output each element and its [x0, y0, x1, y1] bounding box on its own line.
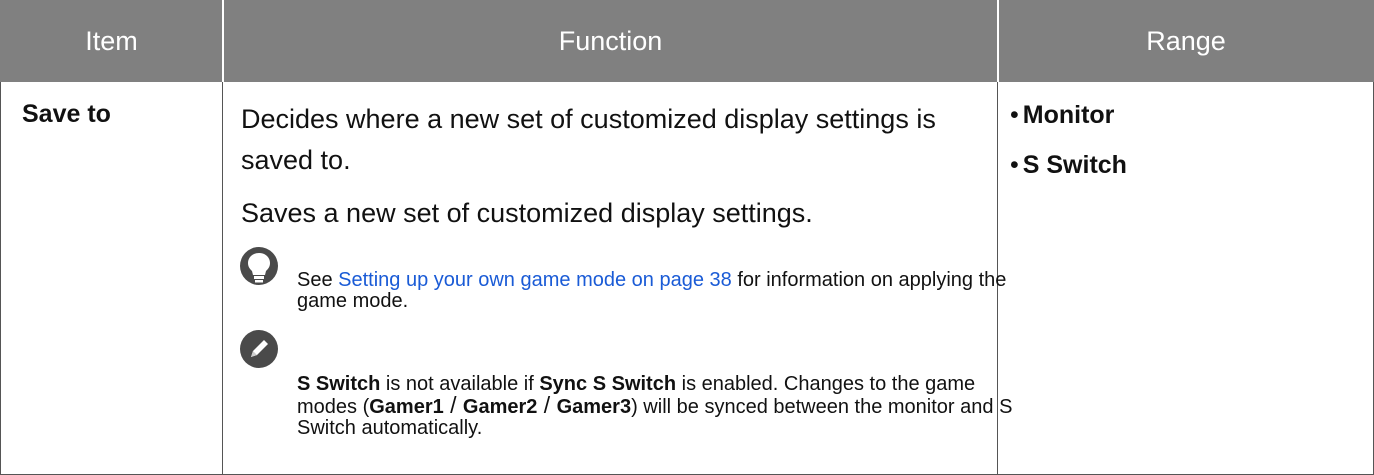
page-link[interactable]: Setting up your own game mode on page 38 — [338, 269, 732, 291]
item-cell: Save to — [22, 100, 111, 128]
header-item: Item — [85, 25, 138, 56]
pencil-icon — [240, 330, 278, 368]
header-divider — [222, 0, 224, 82]
range-item-s-switch: • S Switch — [1010, 151, 1127, 179]
function-action: Saves a new set of customized display se… — [241, 198, 813, 228]
note-text: S Switch is not available if Sync S Swit… — [297, 373, 1013, 439]
range-item-monitor: • Monitor — [1010, 101, 1115, 129]
table-border-left — [0, 82, 1, 474]
column-divider — [222, 82, 223, 474]
header-function: Function — [558, 25, 663, 56]
table-header: Item Function Range — [0, 0, 1374, 82]
header-divider — [997, 0, 999, 82]
header-range: Range — [1146, 25, 1226, 56]
lightbulb-icon — [240, 247, 278, 285]
function-cell: Decides where a new set of customized di… — [241, 99, 981, 234]
range-cell: • Monitor • S Switch — [1010, 101, 1127, 201]
settings-table: Item Function Range Save to Decides wher… — [0, 0, 1374, 475]
function-description: Decides where a new set of customized di… — [241, 104, 936, 175]
tip-text: See Setting up your own game mode on pag… — [297, 269, 1007, 312]
